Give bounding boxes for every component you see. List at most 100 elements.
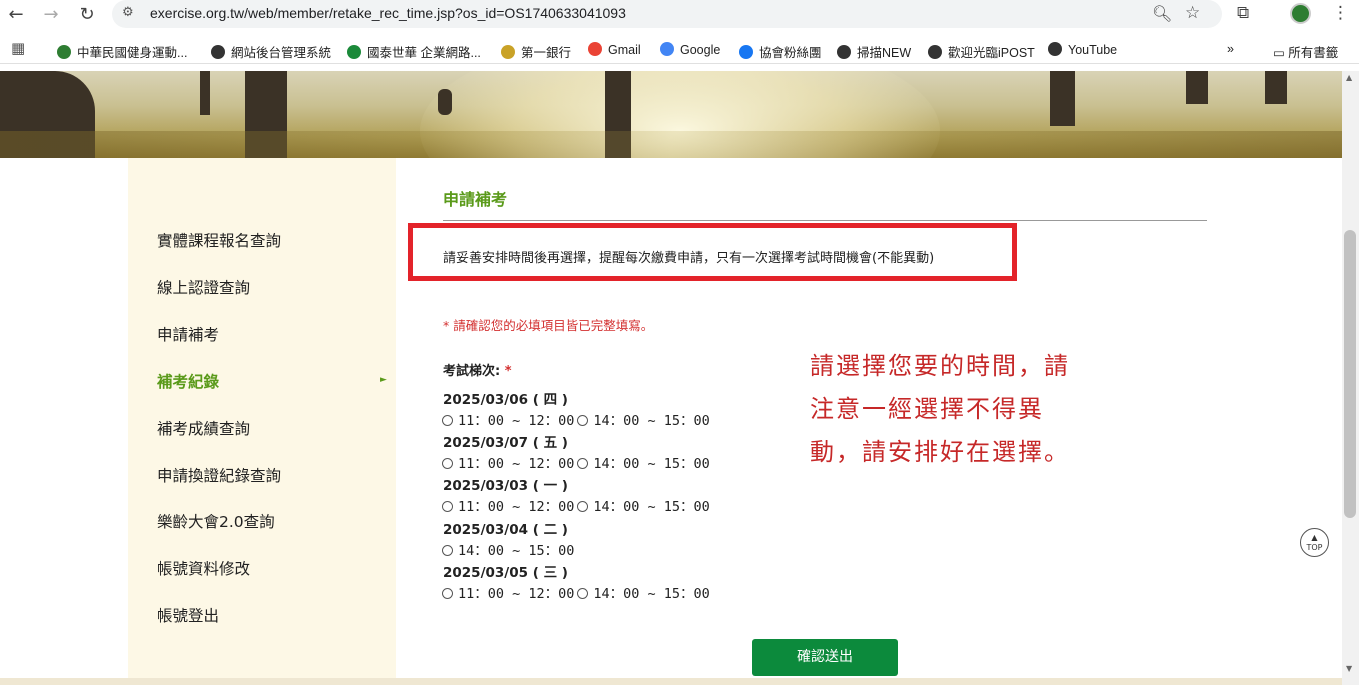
active-arrow-icon: ► bbox=[380, 374, 387, 385]
scroll-up-arrow-icon[interactable]: ▲ bbox=[1346, 73, 1352, 82]
bookmark-favicon-icon bbox=[211, 45, 225, 59]
sidebar-item[interactable]: 線上認證查詢 bbox=[157, 276, 250, 298]
url-text[interactable]: exercise.org.tw/web/member/retake_rec_ti… bbox=[150, 5, 626, 21]
back-to-top-button[interactable]: ▲ TOP bbox=[1300, 528, 1329, 557]
time-slot-label[interactable]: 14：00 ~ 15：00 bbox=[593, 456, 709, 472]
time-slot-radio[interactable] bbox=[442, 458, 453, 470]
site-info-icon[interactable]: ⚙ bbox=[122, 5, 134, 20]
time-slot-radio[interactable] bbox=[577, 458, 589, 470]
sidebar-item[interactable]: 補考紀錄 bbox=[157, 370, 219, 392]
time-slot-label[interactable]: 11：00 ~ 12：00 bbox=[458, 456, 574, 472]
time-slot-radio[interactable] bbox=[577, 587, 589, 599]
sidebar-item[interactable]: 申請補考 bbox=[157, 323, 219, 345]
required-fields-note: * 請確認您的必填項目皆已完整填寫。 bbox=[443, 318, 654, 333]
sidebar-item[interactable]: 實體課程報名查詢 bbox=[157, 229, 281, 251]
bookmark-label: 國泰世華 企業網路... bbox=[367, 46, 481, 60]
bookmark-favicon-icon bbox=[928, 45, 942, 59]
annotation-line: 動，請安排好在選擇。 bbox=[810, 438, 1070, 466]
time-slot-row: 14：00 ~ 15：00 bbox=[442, 539, 577, 559]
required-star: * bbox=[504, 364, 512, 379]
time-slot-radio[interactable] bbox=[577, 501, 589, 513]
bookmark-star-icon[interactable]: ☆ bbox=[1185, 3, 1200, 23]
time-slot-label[interactable]: 11：00 ~ 12：00 bbox=[458, 413, 574, 429]
time-slot-label[interactable]: 14：00 ~ 15：00 bbox=[593, 413, 709, 429]
time-slot-row: 11：00 ~ 12：00 14：00 ~ 15：00 bbox=[442, 452, 713, 472]
bookmark-favicon-icon bbox=[501, 45, 515, 59]
submit-button[interactable]: 確認送出 bbox=[752, 639, 898, 676]
browser-toolbar: ← → ↻ ⚙ exercise.org.tw/web/member/retak… bbox=[0, 0, 1359, 30]
time-slot-radio[interactable] bbox=[442, 501, 453, 513]
bookmark-label: 中華民國健身運動... bbox=[77, 46, 188, 60]
bookmark-favicon-icon bbox=[660, 42, 674, 56]
bookmark-favicon-icon bbox=[739, 45, 753, 59]
bookmark-item[interactable]: 國泰世華 企業網路... bbox=[347, 42, 481, 61]
title-divider bbox=[443, 220, 1207, 221]
bookmark-favicon-icon bbox=[588, 42, 602, 56]
exam-date: 2025/03/06 ( 四 ) bbox=[443, 392, 568, 408]
bookmark-item[interactable]: Google bbox=[660, 42, 720, 57]
top-label: TOP bbox=[1306, 543, 1323, 552]
time-slot-radio[interactable] bbox=[442, 415, 453, 426]
time-slot-radio[interactable] bbox=[442, 587, 453, 599]
time-slot-radio[interactable] bbox=[442, 544, 453, 556]
exam-date: 2025/03/07 ( 五 ) bbox=[443, 435, 568, 452]
sidebar-item[interactable]: 帳號登出 bbox=[157, 604, 219, 626]
exam-date: 2025/03/03 ( 一 ) bbox=[443, 478, 568, 495]
time-slot-radio[interactable] bbox=[577, 415, 589, 426]
bookmark-item[interactable]: 歡迎光臨iPOST bbox=[928, 42, 1035, 61]
time-slot-label[interactable]: 14：00 ~ 15：00 bbox=[458, 543, 574, 559]
header-banner-image bbox=[0, 71, 1342, 158]
bookmark-item[interactable]: 協會粉絲團 bbox=[739, 42, 822, 61]
sidebar-item[interactable]: 樂齡大會2.0查詢 bbox=[157, 510, 275, 532]
bookmark-label: Gmail bbox=[608, 43, 641, 57]
time-slot-row: 11：00 ~ 12：00 14：00 ~ 15：00 bbox=[442, 495, 713, 515]
bookmark-label: 協會粉絲團 bbox=[759, 46, 822, 60]
bookmark-item[interactable]: 網站後台管理系統 bbox=[211, 42, 331, 61]
bookmark-item[interactable]: 第一銀行 bbox=[501, 42, 571, 61]
sidebar-item[interactable]: 帳號資料修改 bbox=[157, 557, 250, 579]
bookmark-item[interactable]: 掃描NEW bbox=[837, 42, 911, 61]
bookmark-favicon-icon bbox=[837, 45, 851, 59]
bookmark-label: 網站後台管理系統 bbox=[231, 46, 332, 60]
bookmark-item[interactable]: Gmail bbox=[588, 42, 641, 57]
bookmark-label: Google bbox=[680, 43, 721, 57]
annotation-line: 請選擇您要的時間，請 bbox=[810, 352, 1070, 380]
reload-icon[interactable]: ↻ bbox=[76, 4, 98, 26]
time-slot-label[interactable]: 14：00 ~ 15：00 bbox=[593, 499, 709, 515]
page-title: 申請補考 bbox=[443, 190, 508, 209]
exam-session-label: 考試梯次: * bbox=[443, 360, 512, 379]
scroll-down-arrow-icon[interactable]: ▼ bbox=[1346, 664, 1352, 673]
time-slot-label[interactable]: 14：00 ~ 15：00 bbox=[593, 586, 709, 602]
address-bar[interactable]: ⚙ exercise.org.tw/web/member/retake_rec_… bbox=[112, 0, 1222, 28]
member-sidebar: 實體課程報名查詢 線上認證查詢 申請補考補考紀錄 ► 補考成績查詢申請換證紀錄查詢 樂齡大… bbox=[128, 158, 396, 685]
extensions-icon[interactable]: ⧉ bbox=[1237, 3, 1249, 23]
bookmark-item[interactable]: 中華民國健身運動... bbox=[57, 42, 187, 61]
forward-icon[interactable]: → bbox=[40, 4, 62, 26]
time-slot-label[interactable]: 11：00 ~ 12：00 bbox=[458, 499, 574, 515]
bookmark-item[interactable]: YouTube bbox=[1048, 42, 1117, 57]
bookmark-favicon-icon bbox=[57, 45, 71, 59]
exam-date: 2025/03/04 ( 二 ) bbox=[443, 521, 568, 538]
sidebar-item[interactable]: 申請換證紀錄查詢 bbox=[157, 464, 281, 486]
browser-menu-icon[interactable]: ⋮ bbox=[1332, 3, 1349, 23]
sidebar-item[interactable]: 補考成績查詢 bbox=[157, 417, 250, 439]
bookmarks-overflow-button[interactable]: » bbox=[1227, 42, 1234, 56]
annotation-line: 注意一經選擇不得異 bbox=[810, 395, 1044, 423]
zoom-icon[interactable]: 🔍︎ bbox=[1152, 4, 1172, 23]
exam-session-label-text: 考試梯次: bbox=[443, 364, 501, 379]
up-arrow-icon: ▲ bbox=[1311, 533, 1318, 542]
bookmark-favicon-icon bbox=[1048, 42, 1062, 56]
bookmark-label: 第一銀行 bbox=[521, 46, 572, 60]
all-bookmarks-button[interactable]: ▭ 所有書籤 bbox=[1273, 42, 1338, 61]
scrollbar-thumb[interactable] bbox=[1344, 230, 1356, 518]
apps-grid-icon[interactable]: ▦ bbox=[11, 39, 25, 57]
page-bottom-strip bbox=[0, 678, 1342, 685]
bookmark-favicon-icon bbox=[347, 45, 361, 59]
time-slot-label[interactable]: 11：00 ~ 12：00 bbox=[458, 586, 574, 602]
exam-date: 2025/03/05 ( 三 ) bbox=[443, 564, 568, 581]
bookmarks-bar: 中華民國健身運動... 網站後台管理系統 國泰世華 企業網路... 第一銀行 Gmail… bbox=[0, 36, 1359, 64]
profile-avatar[interactable] bbox=[1290, 3, 1311, 24]
time-slot-row: 11：00 ~ 12：00 14：00 ~ 15：00 bbox=[442, 582, 713, 602]
all-bookmarks-label: 所有書籤 bbox=[1288, 46, 1339, 60]
back-icon[interactable]: ← bbox=[5, 4, 27, 26]
